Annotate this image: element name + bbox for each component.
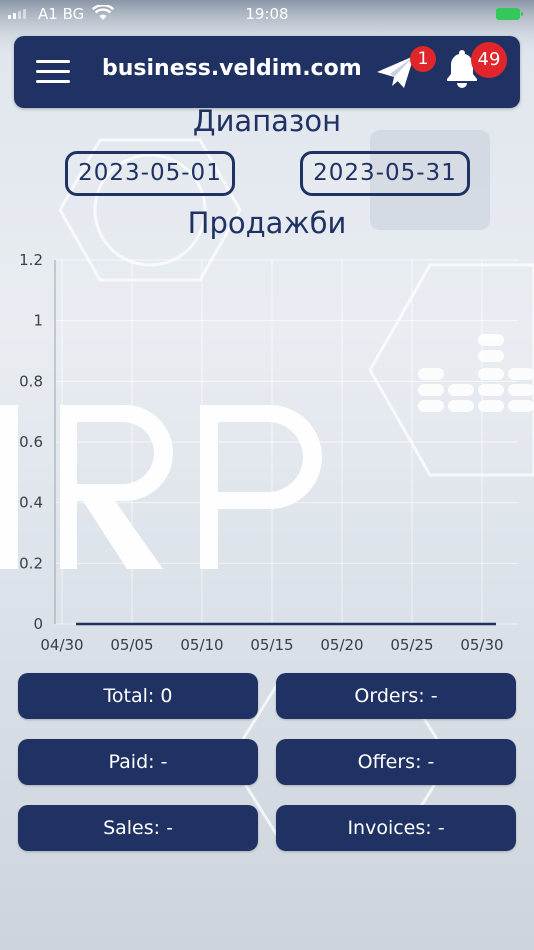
range-title: Диапазон: [192, 104, 342, 138]
date-from-field[interactable]: 2023-05-01: [65, 151, 235, 196]
hamburger-menu-icon[interactable]: [36, 60, 70, 86]
date-to-field[interactable]: 2023-05-31: [300, 151, 470, 196]
chart-x-tick-label: 05/20: [320, 636, 363, 654]
chart-x-tick-label: 04/30: [40, 636, 83, 654]
chart-y-tick-label: 0.8: [19, 372, 43, 390]
app-header: business.veldim.com 1 49: [14, 36, 520, 108]
chart-y-tick-label: 0.2: [19, 554, 43, 572]
total-button[interactable]: Total: 0: [18, 673, 258, 719]
chart-x-tick-label: 05/25: [390, 636, 433, 654]
chart-y-tick-label: 1.2: [19, 251, 43, 269]
chart-y-tick-label: 1: [33, 312, 43, 330]
chart-y-tick-label: 0.4: [19, 494, 43, 512]
app-title: business.veldim.com: [102, 56, 362, 81]
chart-y-tick-label: 0.6: [19, 433, 43, 451]
chart-x-tick-label: 05/05: [110, 636, 153, 654]
status-bar: A1 BG 19:08: [0, 0, 534, 30]
orders-button[interactable]: Orders: -: [276, 673, 516, 719]
sales-button[interactable]: Sales: -: [18, 805, 258, 851]
clock: 19:08: [245, 5, 289, 23]
chart-x-tick-label: 05/30: [460, 636, 503, 654]
messages-badge: 1: [410, 46, 436, 72]
notifications-badge: 49: [471, 42, 507, 78]
paid-button[interactable]: Paid: -: [18, 739, 258, 785]
offers-button[interactable]: Offers: -: [276, 739, 516, 785]
invoices-button[interactable]: Invoices: -: [276, 805, 516, 851]
sales-chart: 0 0.2 0.4 0.6 0.8 1 1.2 04/30 05/05 05/10 05/15 05/…: [19, 251, 518, 654]
chart-y-tick-label: 0: [33, 615, 43, 633]
chart-x-tick-label: 05/15: [250, 636, 293, 654]
chart-x-tick-label: 05/10: [180, 636, 223, 654]
battery-icon: [496, 8, 523, 20]
chart-title: Продажби: [187, 206, 347, 240]
